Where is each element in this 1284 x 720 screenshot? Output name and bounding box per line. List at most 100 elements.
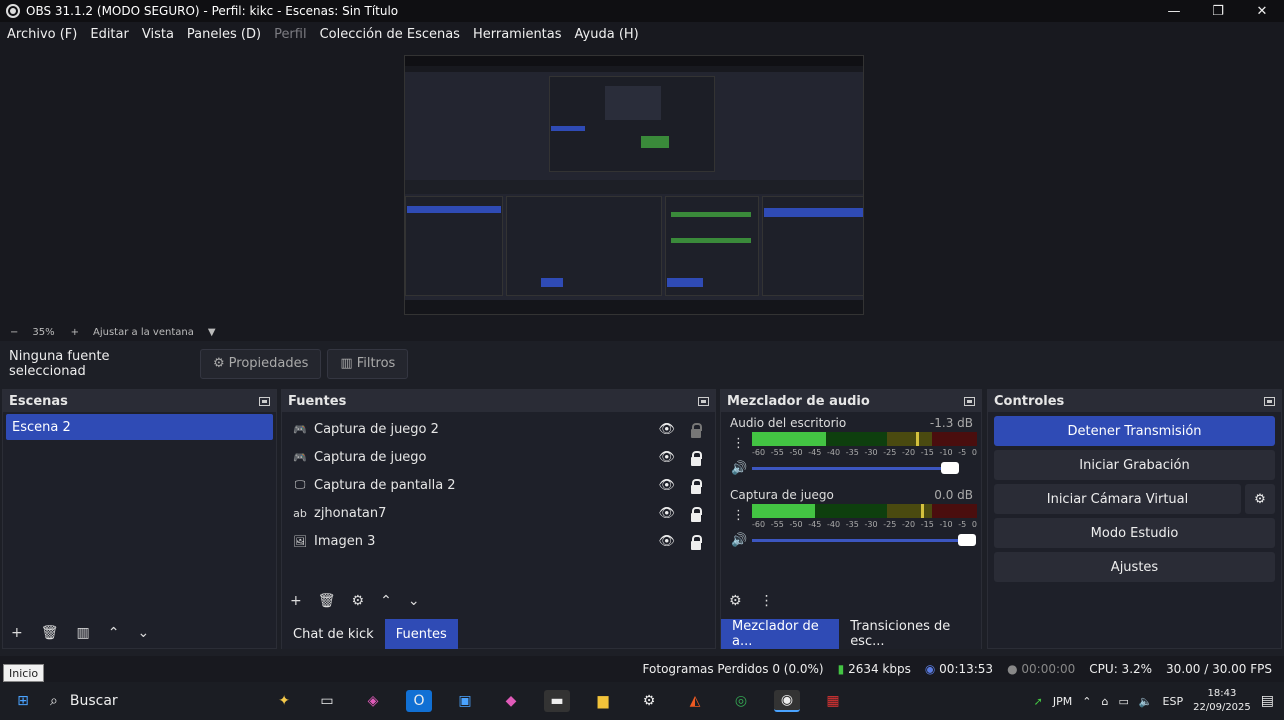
speaker-icon[interactable]: 🔊 [731,533,747,548]
notifications-icon[interactable]: ▤ [1261,693,1274,709]
outlook-icon[interactable]: O [406,690,432,712]
tab-chat-kick[interactable]: Chat de kick [282,619,385,649]
lock-icon[interactable] [691,423,702,438]
lock-icon[interactable] [691,451,702,466]
scenes-dock: Escenas Escena 2 + 🗑 ▥ ⌃ ⌄ [2,389,277,649]
meter-tick: -50 [789,448,803,457]
terminal-icon[interactable]: ▬ [544,690,570,712]
tab-transiciones[interactable]: Transiciones de esc... [839,619,981,649]
fit-window-label[interactable]: Ajustar a la ventana [93,327,194,338]
undock-icon[interactable] [1264,396,1275,406]
wifi-icon[interactable]: ▭ [1118,695,1128,708]
store-icon[interactable]: ▣ [452,690,478,712]
meter-tick: -35 [845,448,859,457]
menu-archivo[interactable]: Archivo (F) [7,27,77,42]
undock-icon[interactable] [964,396,975,406]
lock-icon[interactable] [691,507,702,522]
visibility-eye-icon[interactable]: 👁 [658,450,675,465]
volume-slider[interactable] [752,462,959,474]
menu-paneles[interactable]: Paneles (D) [187,27,261,42]
maximize-button[interactable]: ❐ [1196,0,1240,22]
filters-button[interactable]: ▥ Filtros [327,348,409,379]
volume-slider[interactable] [752,534,976,546]
taskbar-search[interactable]: ⌕ Buscar ✦ [50,682,300,720]
scene-item[interactable]: Escena 2 [6,414,273,440]
add-scene-button[interactable]: + [11,625,23,641]
brave-browser-icon[interactable]: ◭ [682,690,708,712]
studio-mode-button[interactable]: Modo Estudio [994,518,1275,548]
windows-start-icon[interactable]: ⊞ [10,690,36,712]
language-label[interactable]: ESP [1163,695,1184,708]
source-item[interactable]: 🎮 Captura de juego 2 👁 [282,415,715,443]
menu-ayuda[interactable]: Ayuda (H) [575,27,639,42]
undock-icon[interactable] [259,396,270,406]
visibility-eye-icon[interactable]: 👁 [658,478,675,493]
zoom-dropdown-icon[interactable]: ▼ [208,327,216,338]
filters-label: Filtros [356,356,396,371]
office-icon[interactable]: ◆ [498,690,524,712]
source-item[interactable]: ab zjhonatan7 👁 [282,499,715,527]
properties-button[interactable]: ⚙ Propiedades [200,348,322,379]
speaker-icon[interactable]: 🔊 [731,461,747,476]
meter-tick: -25 [883,448,897,457]
menu-vista[interactable]: Vista [142,27,174,42]
start-recording-button[interactable]: Iniciar Grabación [994,450,1275,480]
visibility-eye-icon[interactable]: 👁 [658,534,675,549]
source-properties-button[interactable]: ⚙ [352,593,365,609]
app-icon[interactable]: ▦ [820,690,846,712]
obs-taskbar-icon[interactable]: ◉ [774,690,800,712]
chevron-up-icon[interactable]: ⌃ [1082,695,1091,708]
settings-gear-icon[interactable]: ⚙ [636,690,662,712]
start-virtual-camera-button[interactable]: Iniciar Cámara Virtual [994,484,1241,514]
menu-herramientas[interactable]: Herramientas [473,27,562,42]
menu-editar[interactable]: Editar [90,27,129,42]
preview-canvas[interactable] [404,55,864,315]
window-title: OBS 31.1.2 (MODO SEGURO) - Perfil: kikc … [26,4,399,18]
system-tray: ➚ JPM ⌃ ⌂ ▭ 🔈 ESP 18:43 22/09/2025 ▤ [1034,682,1284,720]
channel-menu-icon[interactable]: ⋮ [732,436,745,451]
zoom-in-button[interactable]: + [71,327,79,338]
volume-knob[interactable] [958,534,976,546]
source-label: Imagen 3 [314,533,376,549]
scene-filters-button[interactable]: ▥ [77,625,90,641]
file-explorer-icon[interactable]: ▆ [590,690,616,712]
lock-icon[interactable] [691,479,702,494]
chrome-icon[interactable]: ◎ [728,690,754,712]
move-down-button[interactable]: ⌄ [137,625,149,641]
minimize-button[interactable]: — [1152,0,1196,22]
zoom-out-button[interactable]: − [10,327,18,338]
task-view-icon[interactable]: ▭ [314,690,340,712]
stop-stream-button[interactable]: Detener Transmisión [994,416,1275,446]
undock-icon[interactable] [698,396,709,406]
settings-button[interactable]: Ajustes [994,552,1275,582]
remove-source-button[interactable]: 🗑 [318,593,336,609]
source-item[interactable]: 🖼 Imagen 3 👁 [282,527,715,555]
tab-fuentes[interactable]: Fuentes [384,619,458,649]
copilot-icon[interactable]: ◈ [360,690,386,712]
lock-icon[interactable] [691,535,702,550]
menu-coleccion-escenas[interactable]: Colección de Escenas [320,27,460,42]
usb-icon[interactable]: ⌂ [1101,695,1108,708]
move-up-button[interactable]: ⌃ [380,593,392,609]
volume-icon[interactable]: 🔈 [1139,695,1153,708]
visibility-eye-icon[interactable]: 👁 [658,422,675,437]
advanced-audio-icon[interactable]: ⚙ [729,593,742,609]
clock[interactable]: 18:43 22/09/2025 [1193,687,1251,715]
properties-label: Propiedades [228,356,309,371]
tab-mezclador[interactable]: Mezclador de a... [721,619,840,649]
tray-badge[interactable]: JPM [1053,695,1072,708]
virtual-camera-settings-button[interactable]: ⚙ [1245,484,1275,514]
move-up-button[interactable]: ⌃ [108,625,120,641]
source-item[interactable]: 🖵 Captura de pantalla 2 👁 [282,471,715,499]
close-button[interactable]: ✕ [1240,0,1284,22]
add-source-button[interactable]: + [290,593,302,609]
source-item[interactable]: 🎮 Captura de juego 👁 [282,443,715,471]
visibility-eye-icon[interactable]: 👁 [658,506,675,521]
channel-menu-icon[interactable]: ⋮ [732,508,745,523]
meter-tick: -20 [902,520,916,529]
volume-knob[interactable] [940,462,959,474]
remove-scene-button[interactable]: 🗑 [41,625,59,641]
mixer-menu-icon[interactable]: ⋮ [760,593,774,609]
dropped-frames: Fotogramas Perdidos 0 (0.0%) [642,662,824,676]
move-down-button[interactable]: ⌄ [408,593,420,609]
